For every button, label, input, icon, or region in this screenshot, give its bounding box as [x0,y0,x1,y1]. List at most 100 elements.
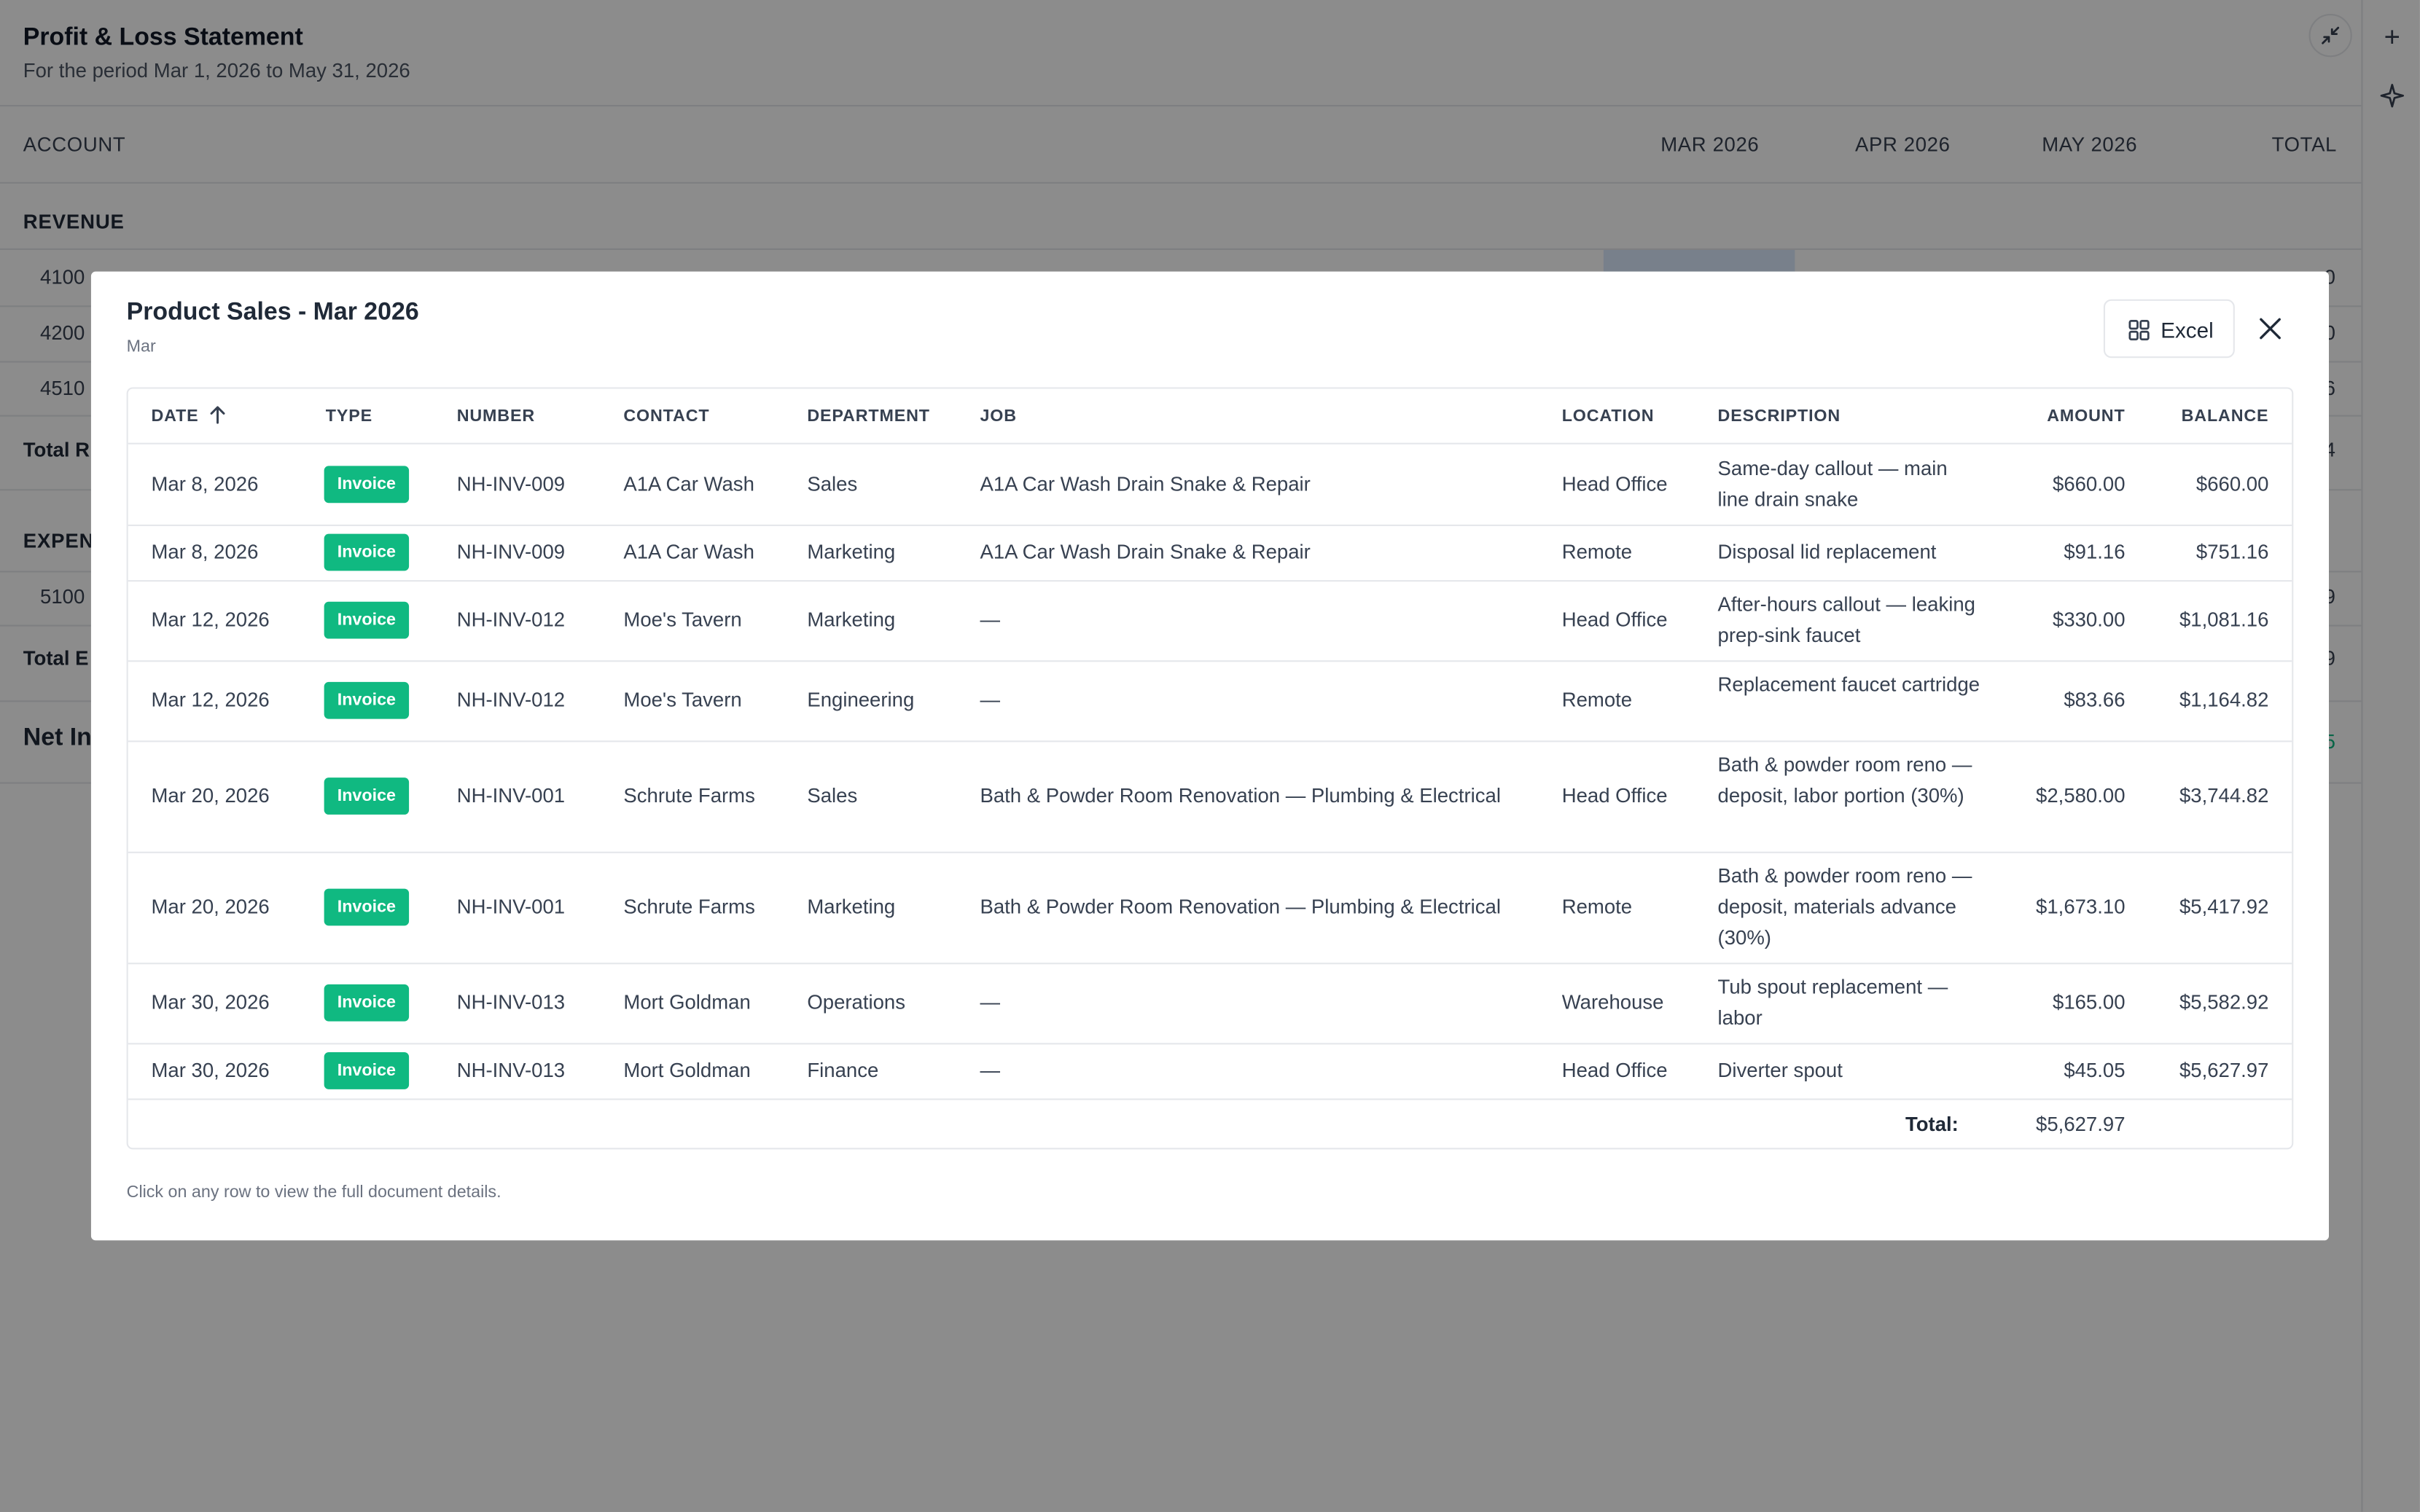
table-row[interactable]: Mar 30, 2026 NH-INV-013 Mort Goldman Financ… [128,1043,2292,1098]
cell-date: Mar 12, 2026 [151,688,270,712]
cell-job: Bath & Powder Room Renovation — Plumbing… [980,783,1501,807]
excel-export-button[interactable]: Excel [2103,299,2235,359]
type-badge: Invoice [324,984,410,1022]
cell-job: Bath & Powder Room Renovation — Plumbing… [980,895,1501,918]
cell-balance: $1,081.16 [2179,608,2269,631]
cell-balance: $5,582.92 [2179,990,2269,1014]
type-badge: Invoice [324,601,410,639]
cell-department: Engineering [807,688,915,712]
total-amount: $5,627.97 [2036,1112,2126,1136]
cell-number: NH-INV-012 [456,688,566,712]
header-type[interactable]: TYPE [326,407,372,426]
cell-department: Marketing [807,895,896,918]
cell-balance: $751.16 [2195,540,2269,563]
cell-location: Head Office [1561,608,1668,631]
type-badge: Invoice [324,888,410,926]
cell-job: — [980,1058,1001,1082]
cell-date: Mar 12, 2026 [151,608,270,631]
cell-department: Marketing [807,540,896,563]
table-row[interactable]: Mar 8, 2026 NH-INV-009 A1A Car Wash Marketi… [128,525,2292,580]
header-department[interactable]: DEPARTMENT [807,407,929,426]
cell-date: Mar 8, 2026 [151,540,259,563]
cell-description: Replacement faucet cartridge [1717,673,1980,696]
cell-number: NH-INV-009 [456,540,566,563]
cell-contact: Moe's Tavern [623,688,742,712]
cell-number: NH-INV-012 [456,608,566,631]
cell-description: Bath & powder room reno — deposit, mater… [1717,863,1972,949]
cell-department: Sales [807,471,858,495]
header-job[interactable]: JOB [980,407,1016,426]
cell-description: Tub spout replacement — labor [1717,975,1948,1030]
cell-job: — [980,688,1001,712]
type-badge: Invoice [324,466,410,504]
cell-balance: $660.00 [2195,471,2269,495]
header-date[interactable]: DATE [151,407,198,426]
cell-location: Warehouse [1561,990,1664,1014]
type-badge: Invoice [324,681,410,719]
cell-contact: Schrute Farms [623,895,755,918]
total-label: Total: [1905,1112,1959,1136]
cell-department: Sales [807,783,858,807]
cell-location: Head Office [1561,471,1668,495]
table-row[interactable]: Mar 8, 2026 NH-INV-009 A1A Car Wash Sales A1… [128,444,2292,525]
modal-footnote: Click on any row to view the full docume… [126,1183,501,1202]
type-badge: Invoice [324,533,410,571]
cell-description: Same-day callout — main line drain snake [1717,456,1948,511]
cell-amount: $2,580.00 [2036,783,2126,807]
close-button[interactable] [2255,313,2285,344]
cell-contact: Schrute Farms [623,783,755,807]
header-contact[interactable]: CONTACT [623,407,709,426]
type-badge: Invoice [324,777,410,815]
cell-contact: Moe's Tavern [623,608,742,631]
cell-job: — [980,990,1001,1014]
cell-location: Remote [1561,895,1633,918]
excel-label: Excel [2161,318,2214,343]
cell-description: Bath & powder room reno — deposit, labor… [1717,753,1972,807]
close-icon [2260,318,2281,340]
cell-number: NH-INV-013 [456,990,566,1014]
cell-department: Finance [807,1058,879,1082]
table-row[interactable]: Mar 20, 2026 NH-INV-001 Schrute Farms Marke… [128,852,2292,963]
header-number[interactable]: NUMBER [457,407,535,426]
cell-date: Mar 8, 2026 [151,471,259,495]
cell-department: Operations [807,990,905,1014]
cell-amount: $165.00 [2053,990,2126,1014]
cell-job: A1A Car Wash Drain Snake & Repair [980,540,1311,563]
cell-contact: Mort Goldman [623,1058,751,1082]
sort-ascending-icon[interactable] [207,404,229,426]
cell-contact: A1A Car Wash [623,471,754,495]
cell-amount: $83.66 [2064,688,2126,712]
cell-date: Mar 20, 2026 [151,783,270,807]
cell-balance: $1,164.82 [2179,688,2269,712]
cell-number: NH-INV-009 [456,471,566,495]
cell-description: After-hours callout — leaking prep-sink … [1717,592,1975,647]
cell-job: — [980,608,1001,631]
cell-amount: $660.00 [2053,471,2126,495]
modal-title: Product Sales - Mar 2026 [126,299,419,326]
transactions-table: DATE TYPE NUMBER CONTACT DEPARTMENT JOB … [126,387,2294,1150]
cell-number: NH-INV-001 [456,783,566,807]
header-balance[interactable]: BALANCE [2182,407,2269,426]
header-description[interactable]: DESCRIPTION [1718,407,1841,426]
cell-department: Marketing [807,608,896,631]
cell-amount: $45.05 [2064,1058,2126,1082]
table-row[interactable]: Mar 30, 2026 NH-INV-013 Mort Goldman Operat… [128,963,2292,1043]
transactions-modal: Product Sales - Mar 2026 Mar Excel DATE … [90,271,2330,1241]
cell-number: NH-INV-001 [456,895,566,918]
header-amount[interactable]: AMOUNT [2047,407,2125,426]
cell-location: Head Office [1561,1058,1668,1082]
cell-date: Mar 20, 2026 [151,895,270,918]
type-badge: Invoice [324,1051,410,1089]
cell-amount: $91.16 [2064,540,2126,563]
table-row[interactable]: Mar 12, 2026 NH-INV-012 Moe's Tavern Market… [128,580,2292,660]
header-location[interactable]: LOCATION [1562,407,1655,426]
cell-balance: $5,627.97 [2179,1058,2269,1082]
table-row[interactable]: Mar 20, 2026 NH-INV-001 Schrute Farms Sales… [128,740,2292,851]
cell-location: Remote [1561,688,1633,712]
cell-location: Head Office [1561,783,1668,807]
table-row[interactable]: Mar 12, 2026 NH-INV-012 Moe's Tavern Engine… [128,660,2292,740]
cell-amount: $1,673.10 [2036,895,2126,918]
cell-date: Mar 30, 2026 [151,990,270,1014]
cell-balance: $3,744.82 [2179,783,2269,807]
cell-contact: A1A Car Wash [623,540,754,563]
